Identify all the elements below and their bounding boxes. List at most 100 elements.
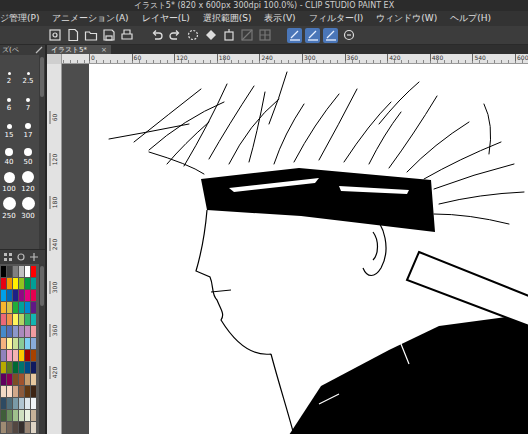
color-swatch[interactable] bbox=[1, 302, 6, 313]
brush-size-item[interactable]: 17 bbox=[19, 113, 37, 140]
color-swatch[interactable] bbox=[25, 302, 30, 313]
grid-view-icon[interactable] bbox=[3, 252, 13, 262]
toolbar-button[interactable] bbox=[83, 28, 98, 43]
brush-size-item[interactable]: 6 bbox=[0, 86, 18, 113]
color-swatch[interactable] bbox=[25, 374, 30, 385]
toolbar-button[interactable] bbox=[101, 28, 116, 43]
brush-size-item[interactable]: 50 bbox=[19, 140, 37, 167]
color-swatch[interactable] bbox=[25, 398, 30, 409]
color-swatch[interactable] bbox=[19, 410, 24, 421]
color-swatch[interactable] bbox=[1, 398, 6, 409]
document-tab[interactable]: イラスト5*× bbox=[47, 45, 111, 54]
menu-item[interactable]: ウィンドウ(W) bbox=[376, 12, 437, 25]
color-swatch[interactable] bbox=[13, 350, 18, 361]
menu-item[interactable]: アニメーション(A) bbox=[52, 12, 128, 25]
brush-size-item[interactable]: 7 bbox=[19, 86, 37, 113]
color-swatch[interactable] bbox=[13, 410, 18, 421]
color-swatch[interactable] bbox=[25, 266, 30, 277]
color-swatch[interactable] bbox=[13, 278, 18, 289]
color-swatch[interactable] bbox=[19, 362, 24, 373]
menu-item[interactable]: ヘルプ(H) bbox=[450, 12, 491, 25]
toolbar-button[interactable] bbox=[167, 28, 182, 43]
color-swatch[interactable] bbox=[31, 398, 36, 409]
menu-item[interactable]: 選択範囲(S) bbox=[203, 12, 252, 25]
brush-size-item[interactable]: 100 bbox=[0, 167, 18, 194]
color-swatch[interactable] bbox=[31, 350, 36, 361]
close-button[interactable]: × bbox=[101, 46, 107, 54]
color-swatch[interactable] bbox=[7, 350, 12, 361]
color-swatch[interactable] bbox=[13, 302, 18, 313]
color-swatch[interactable] bbox=[19, 314, 24, 325]
color-swatch[interactable] bbox=[7, 338, 12, 349]
color-swatch[interactable] bbox=[31, 278, 36, 289]
color-swatch[interactable] bbox=[7, 362, 12, 373]
color-swatch[interactable] bbox=[31, 314, 36, 325]
color-swatch[interactable] bbox=[1, 374, 6, 385]
color-swatch[interactable] bbox=[19, 266, 24, 277]
color-swatch[interactable] bbox=[13, 398, 18, 409]
settings-icon[interactable] bbox=[16, 252, 26, 262]
color-swatch[interactable] bbox=[1, 422, 6, 433]
toolbar-button[interactable] bbox=[257, 28, 272, 43]
color-swatch[interactable] bbox=[25, 278, 30, 289]
toolbar-button[interactable] bbox=[185, 28, 200, 43]
color-swatch[interactable] bbox=[25, 386, 30, 397]
color-swatch[interactable] bbox=[13, 290, 18, 301]
color-swatch[interactable] bbox=[19, 350, 24, 361]
color-swatch[interactable] bbox=[31, 422, 36, 433]
scrollbar[interactable] bbox=[39, 264, 45, 434]
color-swatch[interactable] bbox=[13, 386, 18, 397]
color-swatch[interactable] bbox=[19, 278, 24, 289]
color-swatch[interactable] bbox=[25, 290, 30, 301]
toolbar-button[interactable] bbox=[149, 28, 164, 43]
toolbar-button[interactable] bbox=[287, 28, 302, 43]
color-swatch[interactable] bbox=[25, 422, 30, 433]
toolbar-button[interactable] bbox=[305, 28, 320, 43]
color-swatch[interactable] bbox=[25, 362, 30, 373]
color-swatch[interactable] bbox=[25, 350, 30, 361]
color-swatch[interactable] bbox=[19, 386, 24, 397]
color-swatch[interactable] bbox=[1, 278, 6, 289]
color-swatch[interactable] bbox=[19, 422, 24, 433]
color-swatch[interactable] bbox=[7, 398, 12, 409]
color-swatch[interactable] bbox=[19, 338, 24, 349]
color-swatch[interactable] bbox=[7, 278, 12, 289]
color-swatch[interactable] bbox=[19, 326, 24, 337]
color-swatch[interactable] bbox=[31, 266, 36, 277]
menu-item[interactable]: ジ管理(P) bbox=[0, 12, 39, 25]
color-swatch[interactable] bbox=[31, 338, 36, 349]
color-swatch[interactable] bbox=[19, 290, 24, 301]
toolbar-button[interactable] bbox=[47, 28, 62, 43]
brush-size-item[interactable]: 300 bbox=[19, 194, 37, 221]
color-swatch[interactable] bbox=[19, 374, 24, 385]
brush-size-item[interactable]: 40 bbox=[0, 140, 18, 167]
color-swatch[interactable] bbox=[19, 302, 24, 313]
menu-item[interactable]: 表示(V) bbox=[264, 12, 295, 25]
color-swatch[interactable] bbox=[25, 326, 30, 337]
menu-item[interactable]: フィルター(I) bbox=[309, 12, 364, 25]
color-swatch[interactable] bbox=[25, 314, 30, 325]
toolbar-button[interactable] bbox=[341, 28, 356, 43]
color-swatch[interactable] bbox=[1, 314, 6, 325]
toolbar-button[interactable] bbox=[65, 28, 80, 43]
color-swatch[interactable] bbox=[31, 326, 36, 337]
menu-item[interactable]: レイヤー(L) bbox=[142, 12, 190, 25]
color-swatch[interactable] bbox=[7, 422, 12, 433]
add-icon[interactable] bbox=[29, 252, 39, 262]
color-swatch[interactable] bbox=[13, 266, 18, 277]
color-swatch[interactable] bbox=[7, 314, 12, 325]
color-swatch[interactable] bbox=[7, 326, 12, 337]
color-swatch[interactable] bbox=[1, 410, 6, 421]
color-swatch[interactable] bbox=[7, 386, 12, 397]
color-swatch[interactable] bbox=[1, 326, 6, 337]
color-swatch[interactable] bbox=[25, 338, 30, 349]
color-swatch[interactable] bbox=[13, 314, 18, 325]
color-swatch[interactable] bbox=[13, 422, 18, 433]
color-swatch[interactable] bbox=[13, 362, 18, 373]
color-swatch[interactable] bbox=[19, 398, 24, 409]
canvas[interactable] bbox=[89, 64, 528, 434]
color-swatch[interactable] bbox=[7, 302, 12, 313]
color-swatch[interactable] bbox=[1, 338, 6, 349]
brush-size-item[interactable]: 2.5 bbox=[19, 59, 37, 86]
color-swatch[interactable] bbox=[7, 290, 12, 301]
